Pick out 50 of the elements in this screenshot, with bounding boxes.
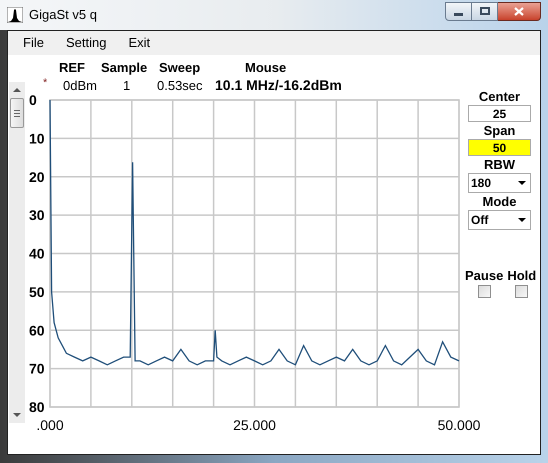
status-label: REF — [58, 59, 86, 77]
control-label: Span — [484, 122, 516, 139]
value-field[interactable]: 50 — [468, 139, 531, 156]
y-axis-label: 40 — [29, 246, 45, 262]
status-value: 0dBm — [62, 77, 97, 94]
maximize-button[interactable] — [472, 2, 498, 20]
close-icon — [514, 6, 524, 16]
maximize-icon — [480, 7, 490, 15]
close-button[interactable] — [498, 2, 541, 20]
menu-item[interactable]: Setting — [66, 33, 106, 53]
x-axis-label: 25.000 — [233, 417, 276, 433]
menu-item[interactable]: Exit — [128, 33, 150, 53]
minimize-button[interactable] — [445, 2, 472, 20]
y-axis-label: 60 — [29, 322, 45, 338]
status-value: 10.1 MHz/-16.2dBm — [215, 77, 343, 94]
window-title: GigaSt v5 q — [29, 6, 97, 24]
x-axis-label: .000 — [36, 417, 64, 433]
y-axis-label: 10 — [29, 130, 45, 146]
checkbox-label: Hold — [507, 268, 536, 284]
status-label: Sample — [100, 59, 148, 77]
scroll-down-icon — [13, 413, 21, 417]
y-axis-label: 20 — [29, 168, 45, 185]
scrollbar-thumb[interactable] — [10, 98, 24, 128]
checkbox[interactable] — [478, 285, 491, 298]
status-label: Sweep — [158, 59, 202, 77]
y-axis-label: 0 — [29, 92, 37, 108]
scroll-up-icon — [13, 88, 21, 92]
value-field[interactable]: 25 — [468, 105, 531, 122]
minimize-icon — [454, 12, 463, 16]
control-label: RBW — [484, 156, 516, 173]
status-value: 1 — [122, 77, 132, 94]
y-axis-label: 80 — [29, 399, 45, 415]
caret-icon — [518, 181, 526, 185]
control-label: Mode — [482, 193, 516, 210]
app-logo-icon — [7, 7, 23, 23]
marker-symbol: * — [42, 76, 48, 91]
checkbox-label: Pause — [465, 268, 504, 284]
checkbox[interactable] — [515, 285, 528, 298]
caret-icon — [518, 218, 526, 222]
y-axis-label: 70 — [29, 360, 45, 377]
vertical-scrollbar[interactable] — [9, 82, 25, 423]
y-axis-label: 30 — [29, 207, 45, 224]
status-label: Mouse — [244, 59, 288, 77]
dropdown[interactable]: Off — [468, 210, 531, 230]
x-axis-label: 50.000 — [438, 417, 480, 433]
menu-item[interactable]: File — [23, 33, 44, 53]
y-axis-label: 50 — [29, 284, 45, 300]
status-value: 0.53sec — [156, 77, 204, 94]
control-label: Center — [478, 88, 520, 105]
dropdown[interactable]: 180 — [468, 173, 531, 193]
